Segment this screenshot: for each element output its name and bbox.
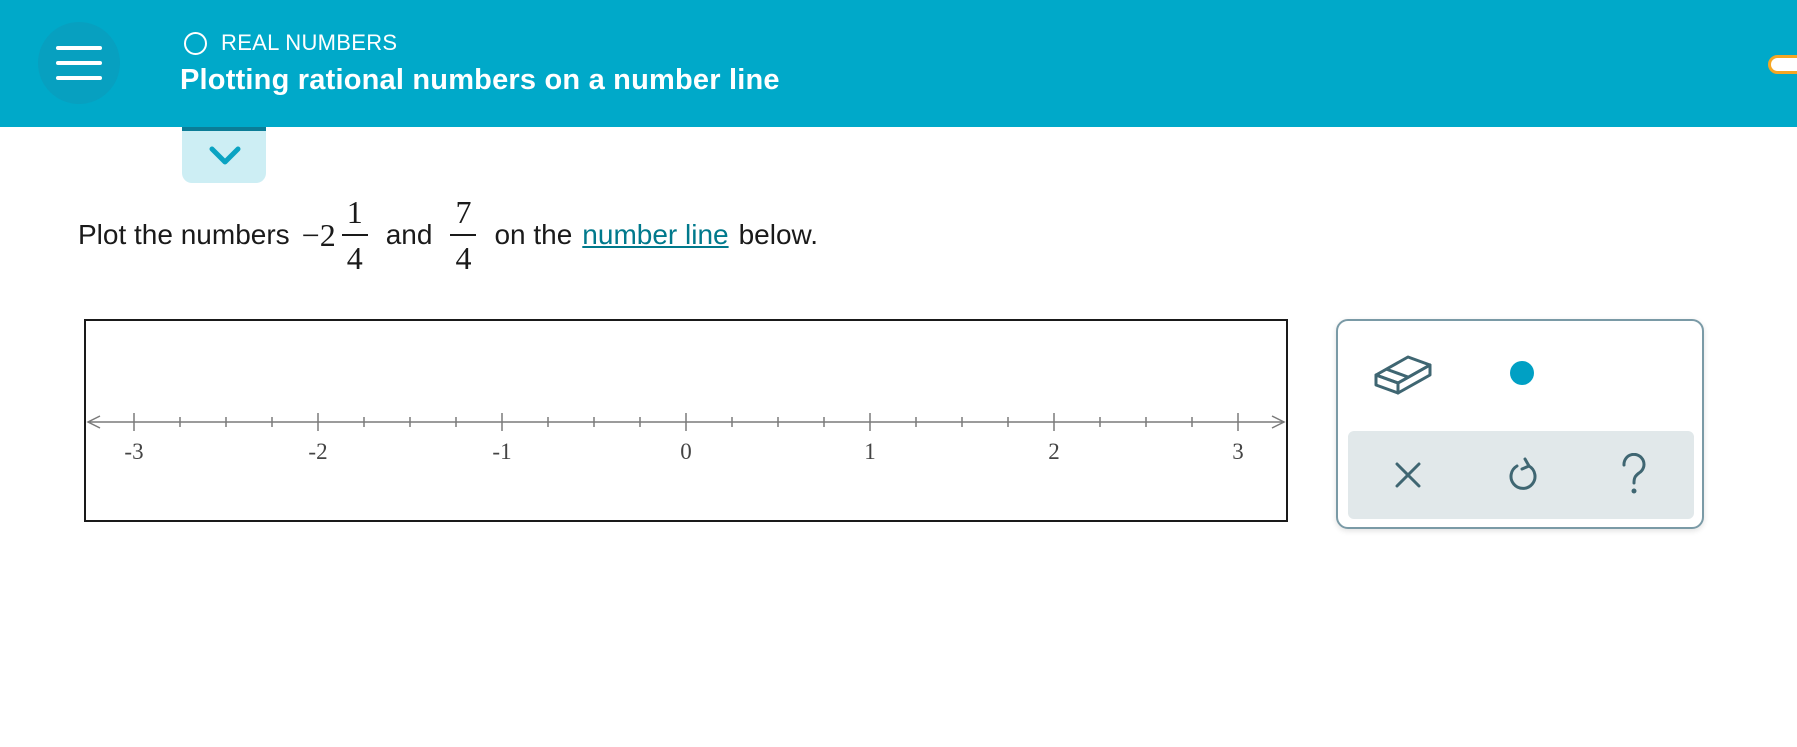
question-text: Plot the numbers − 2 1 4 and 7 4 on the … [78, 190, 818, 280]
tick-label: -3 [124, 439, 143, 464]
tool-actions-bar [1348, 431, 1694, 519]
fraction-numerator: 7 [455, 194, 472, 230]
question-on-the: on the [494, 219, 573, 250]
fraction-denominator: 4 [455, 240, 472, 276]
number-line[interactable]: -3 -2 -1 0 1 2 3 [86, 321, 1286, 520]
question-prefix: Plot the numbers [78, 219, 290, 250]
tick-label: -1 [492, 439, 511, 464]
topic-label: REAL NUMBERS [184, 29, 397, 57]
close-icon[interactable] [1393, 460, 1423, 490]
tool-panel [1336, 319, 1704, 529]
mixed-numerator: 1 [346, 194, 363, 230]
number-line-plot-area[interactable]: -3 -2 -1 0 1 2 3 [84, 319, 1288, 522]
top-header: REAL NUMBERS Plotting rational numbers o… [0, 0, 1797, 127]
expand-header-button[interactable] [182, 127, 266, 183]
mixed-sign: − [301, 216, 320, 253]
number-line-link[interactable]: number line [582, 219, 728, 251]
undo-icon[interactable] [1505, 457, 1541, 493]
question-and: and [385, 219, 433, 250]
eraser-icon[interactable] [1372, 349, 1434, 399]
side-panel-tab[interactable] [1768, 55, 1797, 74]
chevron-down-icon [209, 146, 241, 165]
tick-label: 2 [1048, 439, 1060, 464]
menu-icon-line [56, 61, 102, 65]
progress-circle-icon [184, 31, 207, 55]
help-icon[interactable] [1619, 453, 1649, 495]
menu-icon-line [56, 76, 102, 80]
page-title: Plotting rational numbers on a number li… [180, 64, 780, 96]
menu-button[interactable] [38, 22, 120, 104]
tick-label: 0 [680, 439, 692, 464]
mixed-fraction: 1 4 [341, 194, 368, 276]
second-fraction: 7 4 [450, 194, 477, 276]
mixed-whole: 2 [319, 216, 336, 253]
point-dot-icon[interactable] [1508, 359, 1536, 387]
mixed-denominator: 4 [346, 240, 363, 276]
topic-text: REAL NUMBERS [221, 30, 398, 55]
tick-label: -2 [308, 439, 327, 464]
tick-label: 3 [1232, 439, 1244, 464]
question-suffix: below. [738, 219, 819, 250]
menu-icon-line [56, 46, 102, 50]
tick-label: 1 [864, 439, 876, 464]
